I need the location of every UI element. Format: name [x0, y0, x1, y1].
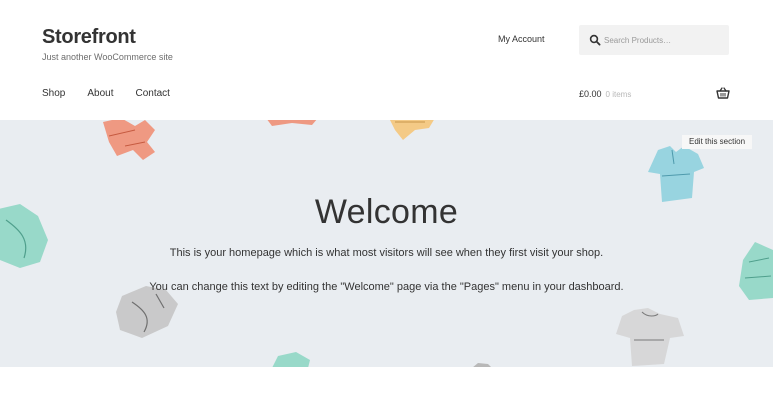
nav-item-shop[interactable]: Shop [42, 88, 65, 99]
my-account-link[interactable]: My Account [498, 34, 545, 44]
hero-section [0, 120, 773, 367]
site-title[interactable]: Storefront [42, 26, 136, 49]
nav-item-contact[interactable]: Contact [136, 88, 170, 99]
hero-paragraph-1: This is your homepage which is what most… [169, 247, 604, 259]
grey-garment-bottom-illustration [473, 363, 491, 367]
search-icon [589, 34, 601, 46]
search-input[interactable] [604, 30, 724, 50]
site-header: Storefront Just another WooCommerce site… [0, 0, 773, 120]
teal-garment-bottom-illustration [272, 352, 310, 367]
coral-garment-illustration [267, 120, 317, 126]
hero-title: Welcome [314, 193, 459, 231]
product-search[interactable] [579, 25, 729, 55]
nav-item-about[interactable]: About [87, 88, 113, 99]
basket-icon[interactable] [716, 87, 730, 99]
hero-paragraph-2: You can change this text by editing the … [149, 281, 624, 293]
coral-shirt-illustration [103, 120, 155, 160]
yellow-top-illustration [390, 120, 434, 140]
primary-nav: Shop About Contact [42, 88, 192, 99]
site-description: Just another WooCommerce site [42, 52, 173, 62]
cart-count: 0 items [605, 90, 632, 99]
cart-contents[interactable]: £0.00 0 items [579, 89, 631, 99]
edit-section-button[interactable]: Edit this section [682, 135, 753, 149]
grey-tshirt-illustration [616, 308, 684, 366]
cart-total: £0.00 [579, 89, 602, 99]
